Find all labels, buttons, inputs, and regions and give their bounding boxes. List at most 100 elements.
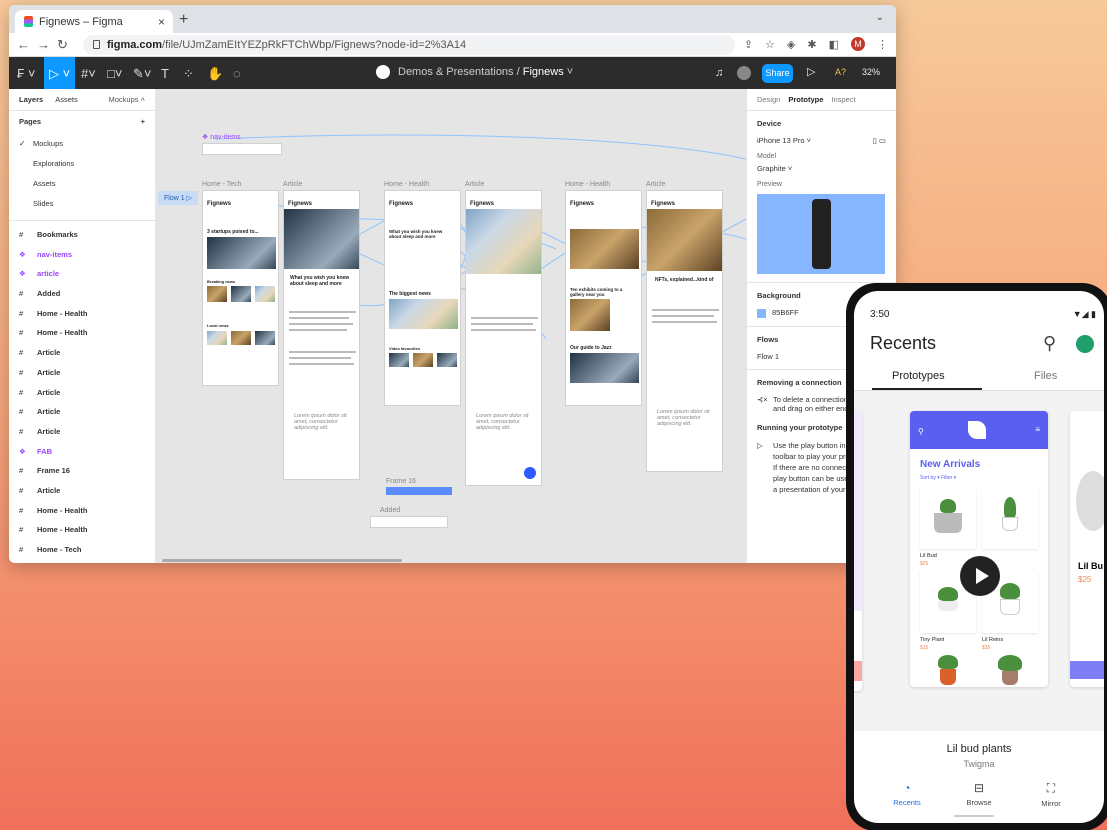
bookmark-star-icon[interactable]: ☆ — [765, 38, 775, 51]
layer-item[interactable]: ❖ article — [9, 264, 155, 284]
layer-item[interactable]: # Article — [9, 402, 155, 422]
extension-icon[interactable]: ◈ — [787, 38, 795, 51]
move-tool-icon[interactable]: ▷ ˅ — [49, 66, 70, 82]
new-tab-button[interactable]: + — [179, 11, 188, 29]
home-health-frame[interactable]: Fignews Ten exhibits coming to a gallery… — [565, 190, 642, 406]
frame-tool-icon[interactable]: #˅ — [81, 66, 96, 81]
frame-label[interactable]: Home - Tech — [202, 181, 242, 188]
play-button[interactable] — [960, 556, 1000, 596]
back-icon[interactable]: ← — [17, 37, 30, 52]
collaborator-avatar[interactable] — [737, 66, 751, 80]
url-field[interactable]: figma.com/file/UJmZamEItYEZpRkFTChWbp/Fi… — [83, 35, 735, 55]
tab-layers[interactable]: Layers — [19, 95, 43, 104]
tab-prototypes[interactable]: Prototypes — [892, 370, 945, 382]
resources-icon[interactable]: ⁘ — [183, 66, 194, 82]
search-icon[interactable]: ⚲ — [1043, 333, 1056, 354]
sidepanel-icon[interactable]: ◧ — [829, 38, 839, 51]
home-tech-frame[interactable]: Fignews 3 startups poised to... Breaking… — [202, 190, 279, 386]
layer-item[interactable]: # Article — [9, 422, 155, 442]
layer-item[interactable]: # Home - Tech — [9, 540, 155, 560]
added-toast-frame[interactable] — [370, 516, 448, 528]
profile-avatar[interactable]: M — [851, 37, 865, 51]
home-health-frame[interactable]: Fignews What you wish you knew about sle… — [384, 190, 461, 406]
frame-label[interactable]: Home - Health — [384, 181, 429, 188]
canvas-scrollbar[interactable] — [162, 559, 402, 562]
tab-list-chevron-icon[interactable]: ⌄ — [876, 12, 884, 23]
tab-files[interactable]: Files — [1034, 370, 1057, 382]
tab-design[interactable]: Design — [757, 95, 780, 104]
share-page-icon[interactable]: ⇪ — [744, 38, 753, 51]
browser-tab[interactable]: Fignews – Figma × — [15, 10, 173, 33]
tab-inspect[interactable]: Inspect — [831, 95, 855, 104]
pen-tool-icon[interactable]: ✎˅ — [133, 66, 151, 82]
next-prototype-card[interactable]: Lil Bu $25 — [1070, 411, 1104, 687]
reload-icon[interactable]: ↻ — [57, 37, 68, 53]
layer-item[interactable]: ❖ FAB — [9, 442, 155, 462]
comment-tool-icon[interactable]: ◌ — [233, 66, 241, 81]
layer-item[interactable]: # Article — [9, 363, 155, 383]
layer-item[interactable]: # Home - Health — [9, 501, 155, 521]
browser-menu-icon[interactable]: ⋮ — [877, 38, 888, 51]
layer-item[interactable]: # Frame 16 — [9, 461, 155, 481]
layer-item[interactable]: # Article — [9, 481, 155, 501]
user-badge[interactable]: A? — [835, 67, 846, 77]
page-item[interactable]: Explorations — [19, 154, 145, 174]
plant-leaf — [998, 655, 1022, 671]
frame-label[interactable]: Article — [465, 181, 484, 188]
account-avatar[interactable] — [1076, 335, 1094, 353]
added-label[interactable]: Added — [380, 507, 400, 514]
article-frame[interactable]: Fignews NFTs, explained...kind of Lorem … — [646, 190, 723, 472]
page-item[interactable]: Slides — [19, 194, 145, 214]
tab-close-icon[interactable]: × — [158, 15, 165, 29]
plant-app-card[interactable]: ⚲ ≡ New Arrivals Sort by ▾ Filter ▾ Lil … — [910, 411, 1048, 687]
present-icon[interactable]: ▷ — [807, 65, 815, 78]
frame-label[interactable]: Article — [646, 181, 665, 188]
layer-label: Home - Health — [37, 308, 88, 318]
layer-item[interactable]: # Home - Health — [9, 520, 155, 540]
flow-start-badge[interactable]: Flow 1 ▷ — [158, 191, 198, 205]
layer-item[interactable]: # Added — [9, 284, 155, 304]
frame16[interactable] — [386, 487, 452, 495]
article-frame[interactable]: Fignews What you wish you knew about sle… — [283, 190, 360, 480]
tab-prototype[interactable]: Prototype — [788, 95, 823, 104]
design-canvas[interactable]: ❖ nav-items Flow 1 ▷ Home - Tech Fignews… — [156, 89, 746, 563]
headline: What you wish you knew about sleep and m… — [389, 229, 443, 239]
frame-label[interactable]: Article — [283, 181, 302, 188]
shape-tool-icon[interactable]: □˅ — [107, 66, 122, 81]
device-select[interactable]: iPhone 13 Pro ˅ ▯ ▭ — [757, 136, 886, 145]
share-button[interactable]: Share — [762, 64, 793, 83]
layer-item[interactable]: # Article — [9, 383, 155, 403]
add-page-icon[interactable]: + — [141, 117, 145, 126]
layer-item[interactable]: # Home - Health — [9, 304, 155, 324]
nav-items-component[interactable] — [202, 143, 282, 155]
fab-button[interactable] — [524, 467, 536, 479]
nav-recents[interactable]: ◔ Recents — [882, 781, 932, 807]
tab-assets[interactable]: Assets — [55, 95, 78, 104]
new-arrivals-heading: New Arrivals — [920, 459, 981, 470]
color-swatch[interactable] — [757, 308, 766, 318]
frame-label[interactable]: Home - Health — [565, 181, 610, 188]
frame16-label[interactable]: Frame 16 — [386, 478, 416, 485]
page-item[interactable]: Assets — [19, 174, 145, 194]
page-item[interactable]: Mockups — [19, 134, 145, 154]
page-switcher[interactable]: Mockups ˄ — [109, 95, 145, 104]
hand-tool-icon[interactable]: ✋ — [207, 66, 223, 82]
plant-name: Lil Reins — [982, 637, 1004, 643]
zoom-level[interactable]: 32% — [862, 67, 880, 77]
nav-items-label[interactable]: ❖ nav-items — [202, 133, 241, 141]
layer-item[interactable]: # Home - Health — [9, 323, 155, 343]
prev-prototype-card[interactable] — [854, 411, 862, 691]
forward-icon[interactable]: → — [37, 37, 50, 52]
layer-item[interactable]: ❖ nav-items — [9, 245, 155, 265]
puzzle-icon[interactable]: ✱ — [807, 38, 816, 51]
layer-item[interactable]: # Article — [9, 343, 155, 363]
main-menu-icon[interactable]: ₣ ˅ — [17, 66, 35, 81]
file-breadcrumb[interactable]: Demos & Presentations / Fignews ˅ — [398, 66, 573, 78]
nav-browse[interactable]: ⊟ Browse — [954, 781, 1004, 807]
nav-mirror[interactable]: ⛶ Mirror — [1026, 781, 1076, 808]
layer-item[interactable]: # Bookmarks — [9, 225, 155, 245]
model-select[interactable]: Graphite ˅ — [757, 164, 886, 173]
headphones-icon[interactable]: ♫ — [715, 67, 723, 79]
article-frame[interactable]: Fignews Lorem ipsum dolor sit amet, cons… — [465, 190, 542, 486]
text-tool-icon[interactable]: T — [161, 66, 169, 81]
